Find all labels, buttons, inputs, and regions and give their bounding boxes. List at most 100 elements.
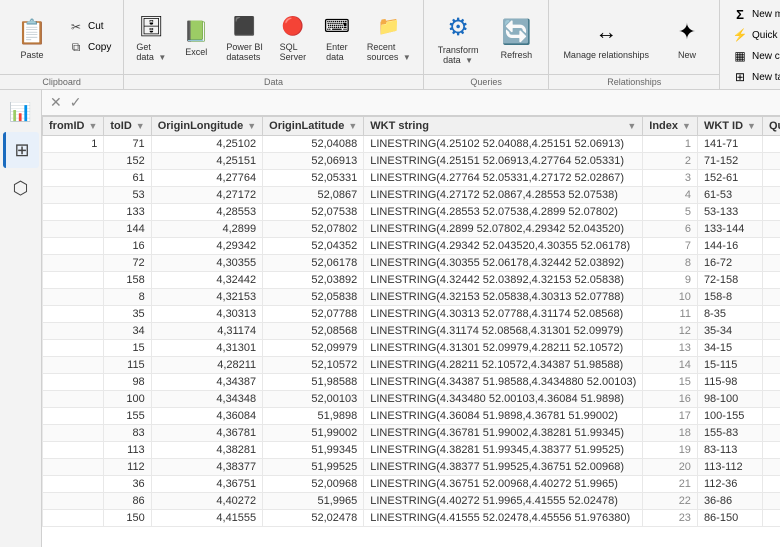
table-cell: 150 [104, 510, 151, 527]
sidebar-item-model[interactable]: ⬡ [3, 170, 39, 206]
table-cell: 52,06178 [263, 255, 364, 272]
filter-toID-icon[interactable]: ▼ [136, 121, 145, 131]
table-cell: 36 [104, 476, 151, 493]
col-header-WKT-string[interactable]: WKT string▼ [364, 117, 643, 136]
calc-group: Σ New measure ⚡ Quick measure ▦ New colu… [726, 4, 780, 87]
col-header-Quantity[interactable]: Quantity▼ [762, 117, 780, 136]
paste-button[interactable]: 📋 Paste [6, 10, 58, 64]
table-cell: 23 [643, 510, 698, 527]
powerbi-datasets-button[interactable]: ⬛ Power BIdatasets [220, 10, 269, 65]
table-cell: 15 [104, 340, 151, 357]
table-cell [43, 442, 104, 459]
cut-button[interactable]: ✂ Cut [62, 17, 117, 37]
table-cell: LINESTRING(4.31301 52.09979,4.28211 52.1… [364, 340, 643, 357]
table-cell: 4,27764 [151, 170, 262, 187]
refresh-button[interactable]: 🔄 Refresh [490, 10, 542, 64]
table-cell [43, 374, 104, 391]
formula-confirm-button[interactable]: ✓ [70, 94, 82, 111]
formula-cancel-button[interactable]: ✕ [50, 94, 62, 111]
table-row: 1134,3828151,99345LINESTRING(4.38281 51.… [43, 442, 780, 459]
table-cell: 2 [643, 153, 698, 170]
paste-icon: 📋 [14, 14, 50, 50]
quick-measure-button[interactable]: ⚡ Quick measure [726, 25, 780, 45]
refresh-icon: 🔄 [498, 14, 534, 50]
filter-latitude-icon[interactable]: ▼ [348, 121, 357, 131]
table-cell: LINESTRING(4.30355 52.06178,4.32442 52.0… [364, 255, 643, 272]
filter-index-icon[interactable]: ▼ [682, 121, 691, 131]
col-header-OriginLongitude[interactable]: OriginLongitude▼ [151, 117, 262, 136]
table-cell: 71-152 [697, 153, 762, 170]
queries-content: ⚙ Transformdata ▼ 🔄 Refresh [424, 0, 549, 74]
table-row: 154,3130152,09979LINESTRING(4.31301 52.0… [43, 340, 780, 357]
quick-measure-label: Quick measure [752, 30, 780, 41]
table-cell: LINESTRING(4.25151 52.06913,4.27764 52.0… [364, 153, 643, 170]
col-header-fromID[interactable]: fromID▼ [43, 117, 104, 136]
table-cell: 6 [643, 221, 698, 238]
col-header-WKT-ID[interactable]: WKT ID▼ [697, 117, 762, 136]
recent-sources-button[interactable]: 📁 Recentsources ▼ [361, 10, 417, 65]
filter-longitude-icon[interactable]: ▼ [247, 121, 256, 131]
table-cell: 51,99002 [263, 425, 364, 442]
col-header-toID[interactable]: toID▼ [104, 117, 151, 136]
table-cell: 4,28211 [151, 357, 262, 374]
get-data-button[interactable]: 🗄 Getdata ▼ [130, 10, 172, 65]
table-cell: 18 [643, 425, 698, 442]
table-row: 534,2717252,0867LINESTRING(4.27172 52.08… [43, 187, 780, 204]
table-cell: 4,38281 [151, 442, 262, 459]
excel-button[interactable]: 📗 Excel [176, 15, 216, 60]
left-sidebar: 📊 ⊞ ⬡ [0, 90, 42, 547]
table-cell: 4,40272 [151, 493, 262, 510]
new-measure-button[interactable]: Σ New measure [726, 4, 780, 24]
ribbon-section-clipboard: 📋 Paste ✂ Cut ⧉ Copy Clipboard [0, 0, 124, 89]
table-cell: 52,09979 [263, 340, 364, 357]
sql-server-button[interactable]: 🔴 SQLServer [273, 10, 313, 65]
table-cell: 91 [762, 408, 780, 425]
table-cell: 35-34 [697, 323, 762, 340]
table-cell: 72-158 [697, 272, 762, 289]
copy-button[interactable]: ⧉ Copy [62, 38, 117, 58]
table-cell: LINESTRING(4.36751 52.00968,4.40272 51.9… [364, 476, 643, 493]
table-cell: 98-100 [697, 391, 762, 408]
sql-icon: 🔴 [279, 13, 307, 41]
table-cell: 52,03892 [263, 272, 364, 289]
new-table-label: New table [752, 72, 780, 83]
new-column-button[interactable]: ▦ New column [726, 46, 780, 66]
sidebar-item-reports[interactable]: 📊 [3, 94, 39, 130]
filter-wkt-icon[interactable]: ▼ [627, 121, 636, 131]
filter-wktid-icon[interactable]: ▼ [747, 121, 756, 131]
table-cell: 51,9965 [263, 493, 364, 510]
table-cell: 4,31301 [151, 340, 262, 357]
col-header-OriginLatitude[interactable]: OriginLatitude▼ [263, 117, 364, 136]
table-cell: 34 [104, 323, 151, 340]
new-relationship-button[interactable]: ✦ New [661, 10, 713, 64]
enter-data-button[interactable]: ⌨ Enterdata [317, 10, 357, 65]
table-cell: 4,28553 [151, 204, 262, 221]
table-cell: 113 [104, 442, 151, 459]
table-cell: 122 [762, 187, 780, 204]
table-cell: LINESTRING(4.38377 51.99525,4.36751 52.0… [364, 459, 643, 476]
recent-sources-icon: 📁 [375, 13, 403, 41]
table-row: 834,3678151,99002LINESTRING(4.36781 51.9… [43, 425, 780, 442]
table-cell: 51 [762, 204, 780, 221]
table-cell: 115 [104, 357, 151, 374]
table-row: 1004,3434852,00103LINESTRING(4.343480 52… [43, 391, 780, 408]
transform-data-button[interactable]: ⚙ Transformdata ▼ [430, 5, 487, 69]
table-cell: LINESTRING(4.343480 52.00103,4.36084 51.… [364, 391, 643, 408]
filter-fromID-icon[interactable]: ▼ [88, 121, 97, 131]
table-cell: 4,36781 [151, 425, 262, 442]
table-cell: 36-86 [697, 493, 762, 510]
table-cell: LINESTRING(4.40272 51.9965,4.41555 52.02… [364, 493, 643, 510]
sidebar-item-data[interactable]: ⊞ [3, 132, 39, 168]
new-table-button[interactable]: ⊞ New table [726, 67, 780, 87]
data-table-container[interactable]: fromID▼ toID▼ OriginLongitude▼ OriginLat… [42, 116, 780, 547]
table-cell: 37 [762, 136, 780, 153]
manage-relationships-button[interactable]: ↔ Manage relationships [555, 10, 657, 64]
col-header-Index[interactable]: Index▼ [643, 117, 698, 136]
table-cell: 144 [104, 221, 151, 238]
new-column-icon: ▦ [732, 48, 748, 64]
table-cell: 143 [762, 289, 780, 306]
new-measure-icon: Σ [732, 6, 748, 22]
app-container: 📊 ⊞ ⬡ ✕ ✓ fromID▼ toID▼ OriginLongitude▼… [0, 90, 780, 547]
new-column-label: New column [752, 51, 780, 62]
table-row: 864,4027251,9965LINESTRING(4.40272 51.99… [43, 493, 780, 510]
